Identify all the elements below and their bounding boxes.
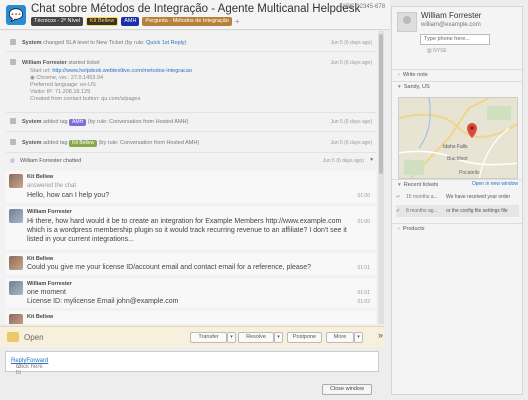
transfer-button[interactable]: Transfer	[190, 332, 227, 343]
user-sidebar: William Forrester william@example.com Ty…	[391, 6, 523, 395]
rule-link[interactable]: Quick 1st Reply	[146, 40, 185, 46]
ticket-header: 💬 Chat sobre Métodos de Integração - Age…	[0, 0, 390, 30]
divider	[6, 51, 376, 52]
avatar	[9, 314, 23, 324]
stock-label: ▥ NYSE	[427, 48, 447, 54]
resolve-button[interactable]: Resolve	[238, 332, 274, 343]
divider	[6, 112, 376, 113]
recent-ticket[interactable]: ↩ 15 months a... We have received your ord…	[396, 191, 519, 203]
chevron-down-icon: ▾	[398, 182, 401, 188]
add-tag-icon[interactable]: +	[235, 17, 240, 26]
scrollbar-thumb[interactable]	[379, 34, 383, 174]
ticket-title: Chat sobre Métodos de Integração - Agent…	[31, 3, 361, 15]
more-button[interactable]: More	[326, 332, 354, 343]
event-time: Jun 5 (6 days ago)	[330, 60, 372, 66]
ticket-feed[interactable]: System changed SLA level to New Ticket (…	[0, 31, 384, 324]
collapse-sidebar-icon[interactable]: »	[378, 330, 383, 340]
write-note-section[interactable]: › Write note	[392, 69, 522, 79]
system-icon	[10, 39, 16, 45]
action-bar: Open Transfer ▾ Resolve ▾ Postpone More …	[0, 326, 384, 347]
check-icon: ✔	[396, 208, 401, 214]
avatar	[9, 174, 23, 188]
chevron-right-icon: ›	[398, 226, 400, 232]
location-section[interactable]: ▾ Sandy, US	[392, 81, 522, 91]
ticket-status[interactable]: Open	[24, 333, 44, 342]
chrome-icon: ◉	[30, 75, 35, 81]
products-section[interactable]: › Products	[392, 223, 522, 233]
chevron-right-icon: ›	[398, 72, 400, 78]
more-dropdown[interactable]: ▾	[354, 332, 363, 343]
user-name: William Forrester	[421, 11, 482, 20]
open-status-icon	[7, 332, 19, 342]
tag-icon	[10, 139, 16, 145]
tag-group[interactable]: Técnicos - 2º Nível	[31, 17, 84, 26]
avatar	[9, 256, 23, 270]
start-url-link[interactable]: http://www.helpdesk.webtextlive.com/meto…	[52, 68, 192, 74]
transfer-dropdown[interactable]: ▾	[227, 332, 236, 343]
chat-message: William Forrester one moment License ID:…	[6, 278, 376, 308]
chat-message: Kit Bellew Could you give me your licens…	[6, 253, 376, 275]
event-time: Jun 5 (6 days ago)	[330, 119, 372, 125]
tag-icon	[10, 118, 16, 124]
tag-agent[interactable]: Kit Bellew	[86, 17, 119, 26]
event-time: Jun 5 (6 days ago)	[330, 40, 372, 46]
divider	[6, 131, 376, 132]
chat-icon	[10, 59, 16, 65]
user-avatar	[397, 12, 417, 32]
open-new-window-link[interactable]: Open in new window	[472, 181, 518, 187]
reply-icon: ↩	[396, 194, 401, 200]
recent-ticket[interactable]: ✔ 8 months ag... or the config file settin…	[396, 205, 519, 217]
chat-message: William Forrester Hi there, how hard wou…	[6, 206, 376, 250]
chat-icon: ◍	[10, 158, 15, 164]
start-meta: Start url: http://www.helpdesk.webtextli…	[30, 68, 193, 102]
chat-bubble-icon: 💬	[6, 5, 26, 25]
map-label: Blackfoot	[447, 156, 468, 162]
chart-icon: ▥	[427, 48, 432, 54]
event-tag-agent: System added tag Kit Bellew (by rule: Co…	[10, 139, 199, 147]
tag-amh[interactable]: AMH	[121, 17, 140, 26]
event-tag-amh: System added tag AMH (by rule: Conversat…	[10, 118, 188, 126]
helpdesk-window: 💬 Chat sobre Métodos de Integração - Age…	[0, 0, 528, 400]
tag-question[interactable]: Pergunta - Métodos de Integração	[142, 17, 232, 26]
user-email: william@example.com	[421, 22, 481, 28]
avatar	[9, 209, 23, 223]
avatar	[9, 281, 23, 295]
tag-list: Técnicos - 2º Nível Kit Bellew AMH Pergu…	[31, 17, 240, 26]
chat-header: ◍ William Forrester chatted Jun 5 (6 day…	[10, 157, 373, 164]
feed-scrollbar[interactable]	[378, 31, 384, 324]
chat-message: Kit Bellew	[6, 311, 376, 324]
divider	[6, 152, 376, 153]
chevron-down-icon[interactable]: ▾	[370, 157, 373, 163]
chat-message: Kit Bellew answered the chat Hello, how …	[6, 171, 376, 203]
chevron-down-icon: ▾	[398, 84, 401, 90]
phone-input[interactable]: Type phone here...	[420, 34, 490, 45]
reply-box[interactable]: Click here to Reply or Forward	[5, 351, 379, 376]
event-start: William Forrester started ticket	[10, 59, 100, 66]
event-sla: System changed SLA level to New Ticket (…	[10, 39, 187, 46]
map-label: Idaho Falls	[443, 144, 468, 150]
postpone-button[interactable]: Postpone	[287, 332, 322, 343]
close-window-button[interactable]: Close window	[322, 384, 372, 395]
location-map[interactable]: Idaho Falls Blackfoot Pocatello	[398, 97, 518, 179]
ticket-id: ABC-12345-678	[342, 4, 386, 10]
map-label: Pocatello	[459, 170, 480, 176]
map-graphic: Idaho Falls Blackfoot Pocatello	[399, 98, 517, 178]
resolve-dropdown[interactable]: ▾	[274, 332, 283, 343]
event-time: Jun 5 (6 days ago)	[330, 140, 372, 146]
